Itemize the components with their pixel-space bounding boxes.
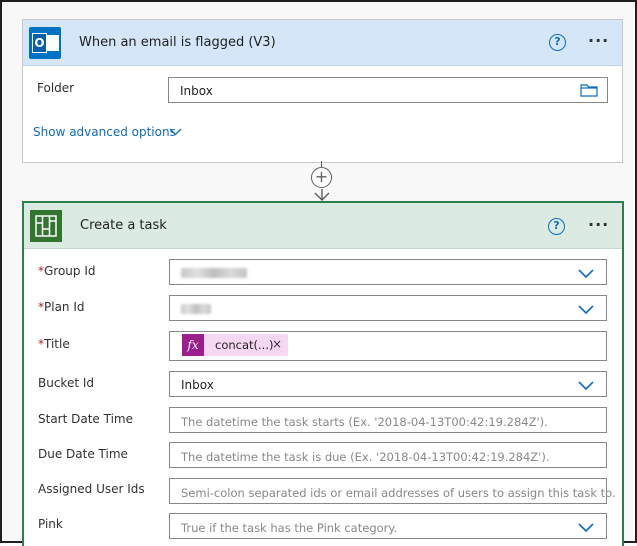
trigger-title: When an email is flagged (V3) [79, 35, 276, 50]
action-title: Create a task [80, 218, 167, 233]
due-date-label: Due Date Time [38, 447, 128, 461]
arrow-down-icon [314, 189, 330, 201]
expression-text: concat(...) [215, 338, 274, 352]
outlook-icon: O [29, 27, 61, 59]
bucket-id-value: Inbox [181, 378, 214, 392]
folder-field[interactable]: Inbox [168, 77, 608, 103]
more-options-icon[interactable]: ··· [588, 215, 609, 234]
flow-designer-canvas: O When an email is flagged (V3) ? ··· Fo… [0, 0, 637, 546]
chevron-down-icon[interactable] [578, 302, 594, 316]
start-date-placeholder: The datetime the task starts (Ex. '2018-… [181, 415, 548, 429]
group-id-dropdown[interactable] [169, 259, 607, 285]
help-icon[interactable]: ? [549, 34, 566, 51]
pink-label: Pink [38, 517, 63, 531]
due-date-placeholder: The datetime the task is due (Ex. '2018-… [181, 450, 550, 464]
assigned-user-ids-placeholder: Semi-colon separated ids or email addres… [181, 486, 616, 500]
pink-placeholder: True if the task has the Pink category. [181, 521, 398, 535]
folder-label: Folder [37, 81, 75, 95]
planner-icon [30, 210, 62, 242]
plan-id-dropdown[interactable] [169, 295, 607, 321]
show-advanced-options-link[interactable]: Show advanced options [33, 125, 176, 139]
title-label: *Title [38, 337, 70, 351]
chevron-down-icon[interactable] [578, 266, 594, 280]
plan-id-label: *Plan Id [38, 300, 85, 314]
add-step-button[interactable]: + [311, 167, 332, 188]
start-date-label: Start Date Time [38, 412, 133, 426]
start-date-input[interactable]: The datetime the task starts (Ex. '2018-… [169, 407, 607, 433]
function-icon: fx [182, 334, 204, 356]
chevron-down-icon[interactable] [578, 378, 594, 392]
expression-token[interactable]: fx concat(...) × [182, 334, 288, 356]
more-options-icon[interactable]: ··· [588, 31, 609, 50]
redacted-value [181, 304, 211, 314]
action-card: Create a task ? ··· *Group Id *Plan Id *… [22, 201, 624, 546]
redacted-value [181, 268, 247, 278]
group-id-label: *Group Id [38, 264, 96, 278]
remove-token-icon[interactable]: × [272, 337, 282, 351]
title-field[interactable]: fx concat(...) × [169, 331, 607, 361]
action-card-header[interactable]: Create a task ? ··· [24, 203, 622, 249]
bucket-id-label: Bucket Id [38, 376, 95, 390]
help-icon[interactable]: ? [548, 218, 565, 235]
pink-dropdown[interactable]: True if the task has the Pink category. [169, 513, 607, 539]
folder-picker-icon[interactable] [580, 83, 598, 97]
trigger-card-header[interactable]: O When an email is flagged (V3) ? ··· [23, 20, 622, 66]
due-date-input[interactable]: The datetime the task is due (Ex. '2018-… [169, 442, 607, 468]
chevron-down-icon[interactable] [578, 520, 594, 534]
bucket-id-dropdown[interactable]: Inbox [169, 371, 607, 397]
assigned-user-ids-input[interactable]: Semi-colon separated ids or email addres… [169, 478, 616, 504]
trigger-card: O When an email is flagged (V3) ? ··· Fo… [22, 19, 623, 163]
assigned-user-ids-label: Assigned User Ids [38, 482, 145, 496]
folder-value: Inbox [180, 84, 213, 98]
chevron-down-icon[interactable] [169, 126, 182, 138]
